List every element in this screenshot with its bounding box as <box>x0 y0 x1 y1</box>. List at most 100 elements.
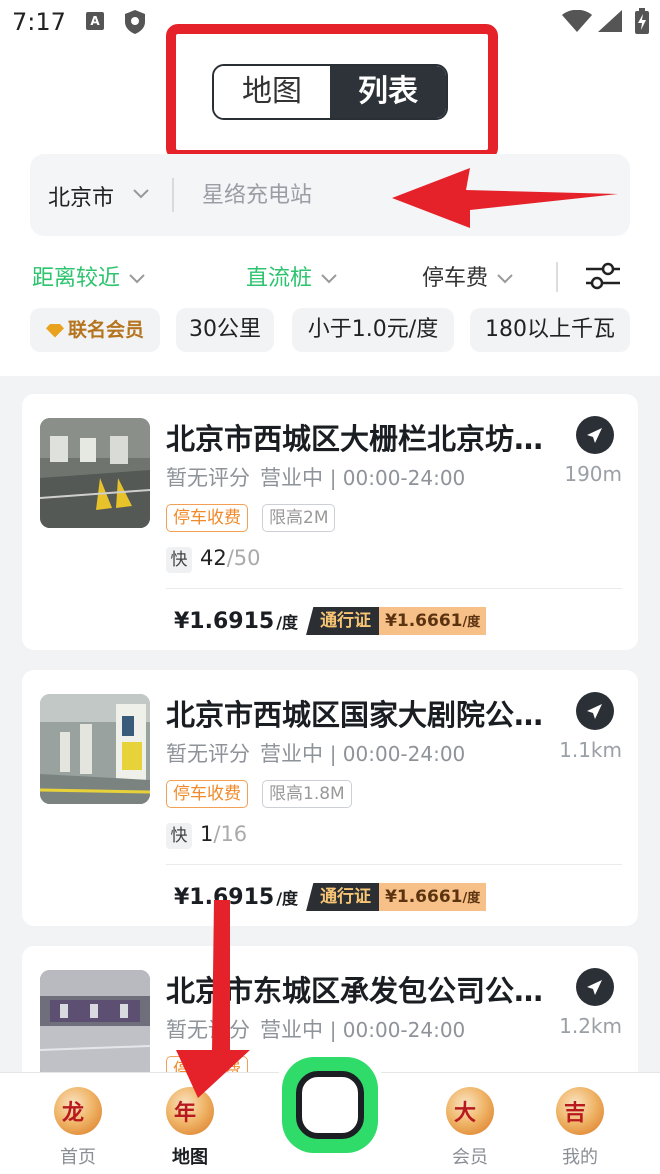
rating: 暂无评分 <box>166 742 250 766</box>
station-name: 北京市西城区国家大剧院公... <box>166 698 546 732</box>
total-count: /16 <box>213 822 248 846</box>
price-line: ¥1.6915/度 通行证 ¥1.6661/度 <box>174 604 487 638</box>
open-status: 营业中 <box>260 742 323 766</box>
station-photo <box>40 418 150 528</box>
rating-line: 暂无评分 营业中 | 00:00-24:00 <box>166 1014 465 1044</box>
pass-price: ¥1.6661/度 <box>379 607 487 635</box>
status-time: 7:17 <box>12 8 66 36</box>
charger-availability: 快 1/16 <box>166 822 247 849</box>
tab-home-label: 首页 <box>60 1147 96 1168</box>
tag-parking: 停车收费 <box>166 780 248 808</box>
rating: 暂无评分 <box>166 1018 250 1042</box>
navigation-arrow-icon <box>587 428 602 443</box>
divider <box>166 588 622 589</box>
open-status: 营业中 <box>260 466 323 490</box>
station-name: 北京市东城区承发包公司公... <box>166 974 546 1008</box>
tab-member-label: 会员 <box>452 1147 488 1168</box>
chip-price[interactable]: 小于1.0元/度 <box>292 308 454 352</box>
price-line: ¥1.6915/度 通行证 ¥1.6661/度 <box>174 880 487 914</box>
chip-radius[interactable]: 30公里 <box>176 308 274 352</box>
filter-divider <box>556 262 558 292</box>
filter-dc[interactable]: 直流桩 <box>246 260 338 292</box>
app-notification-icon: A <box>86 12 104 30</box>
chevron-down-icon <box>129 274 145 284</box>
filter-settings-icon[interactable] <box>584 260 622 292</box>
divider <box>166 864 622 865</box>
navigation-arrow-icon <box>587 980 602 995</box>
tab-mine[interactable]: 吉 我的 <box>540 1087 620 1169</box>
map-tab-icon: 年 <box>166 1087 214 1135</box>
scan-icon <box>296 1071 364 1139</box>
chip-power[interactable]: 180以上千瓦 <box>470 308 630 352</box>
header: 地图 列表 北京市 距离较近 直流桩 停车费 联名会员 30公里 小于1.0 <box>0 24 660 376</box>
rating: 暂无评分 <box>166 466 250 490</box>
divider <box>172 178 174 212</box>
bottom-tab-bar: 龙 首页 年 地图 大 会员 吉 我的 <box>0 1047 660 1174</box>
tags: 停车收费 限高2M <box>166 504 336 532</box>
member-tab-icon: 大 <box>446 1087 494 1135</box>
opening-hours: | 00:00-24:00 <box>329 466 466 490</box>
map-tab-badge-char: 年 <box>174 1101 197 1126</box>
station-distance: 190m <box>564 462 622 486</box>
open-status: 营业中 <box>260 1018 323 1042</box>
pass-label: 通行证 <box>306 883 380 911</box>
pass-price: ¥1.6661/度 <box>379 883 487 911</box>
navigate-button[interactable] <box>576 692 614 730</box>
chip-member[interactable]: 联名会员 <box>30 308 160 352</box>
navigate-button[interactable] <box>576 968 614 1006</box>
filter-distance[interactable]: 距离较近 <box>32 260 146 292</box>
tag-parking: 停车收费 <box>166 504 248 532</box>
station-name: 北京市西城区大栅栏北京坊B... <box>166 422 546 456</box>
station-photo <box>40 970 150 1080</box>
tab-map[interactable]: 年 地图 <box>150 1087 230 1169</box>
tag-height: 限高2M <box>262 504 336 532</box>
chip-member-label: 联名会员 <box>67 319 144 341</box>
available-count: 1 <box>200 822 214 846</box>
search-input[interactable] <box>202 178 602 212</box>
mine-tab-badge-char: 吉 <box>564 1101 587 1126</box>
station-card[interactable]: 北京市西城区国家大剧院公... 1.1km 暂无评分 营业中 | 00:00-24… <box>22 670 638 926</box>
fast-charger-badge: 快 <box>166 823 192 849</box>
battery-icon <box>635 8 649 34</box>
opening-hours: | 00:00-24:00 <box>329 742 466 766</box>
mine-tab-icon: 吉 <box>556 1087 604 1135</box>
navigate-button[interactable] <box>576 416 614 454</box>
tag-height: 限高1.8M <box>262 780 352 808</box>
pass-price-value: ¥1.6661 <box>385 887 463 907</box>
fast-charger-badge: 快 <box>166 547 192 573</box>
diamond-icon <box>45 323 64 338</box>
filter-bar: 距离较近 直流桩 停车费 <box>0 254 660 298</box>
price: ¥1.6915 <box>174 608 275 634</box>
station-card[interactable]: 北京市西城区大栅栏北京坊B... 190m 暂无评分 营业中 | 00:00-24… <box>22 394 638 650</box>
tab-map-label: 地图 <box>172 1147 208 1168</box>
pass-price-value: ¥1.6661 <box>385 611 463 631</box>
tab-member[interactable]: 大 会员 <box>430 1087 510 1169</box>
opening-hours: | 00:00-24:00 <box>329 1018 466 1042</box>
chevron-down-icon <box>133 189 149 199</box>
charger-availability: 快 42/50 <box>166 546 261 573</box>
tab-home[interactable]: 龙 首页 <box>38 1087 118 1169</box>
highlight-box <box>166 24 498 160</box>
member-tab-badge-char: 大 <box>454 1101 477 1126</box>
filter-dc-label: 直流桩 <box>246 266 313 291</box>
rating-line: 暂无评分 营业中 | 00:00-24:00 <box>166 462 465 492</box>
total-count: /50 <box>226 546 261 570</box>
station-photo <box>40 694 150 804</box>
price-unit: /度 <box>276 889 299 908</box>
pass-price-unit: /度 <box>462 891 481 906</box>
search-bar: 北京市 <box>30 154 630 236</box>
tab-mine-label: 我的 <box>562 1147 598 1168</box>
filter-parking-label: 停车费 <box>422 266 489 291</box>
price-unit: /度 <box>276 613 299 632</box>
signal-icon <box>598 10 622 32</box>
price: ¥1.6915 <box>174 884 275 910</box>
station-distance: 1.2km <box>559 1014 622 1038</box>
available-count: 42 <box>200 546 227 570</box>
filter-parking[interactable]: 停车费 <box>422 260 514 292</box>
scan-charge-button[interactable] <box>282 1057 378 1153</box>
city-selector[interactable]: 北京市 <box>48 180 114 212</box>
chevron-down-icon <box>497 274 513 284</box>
filter-distance-label: 距离较近 <box>32 266 121 291</box>
pass-price-unit: /度 <box>462 615 481 630</box>
pass-badge: 通行证 ¥1.6661/度 <box>306 883 487 911</box>
